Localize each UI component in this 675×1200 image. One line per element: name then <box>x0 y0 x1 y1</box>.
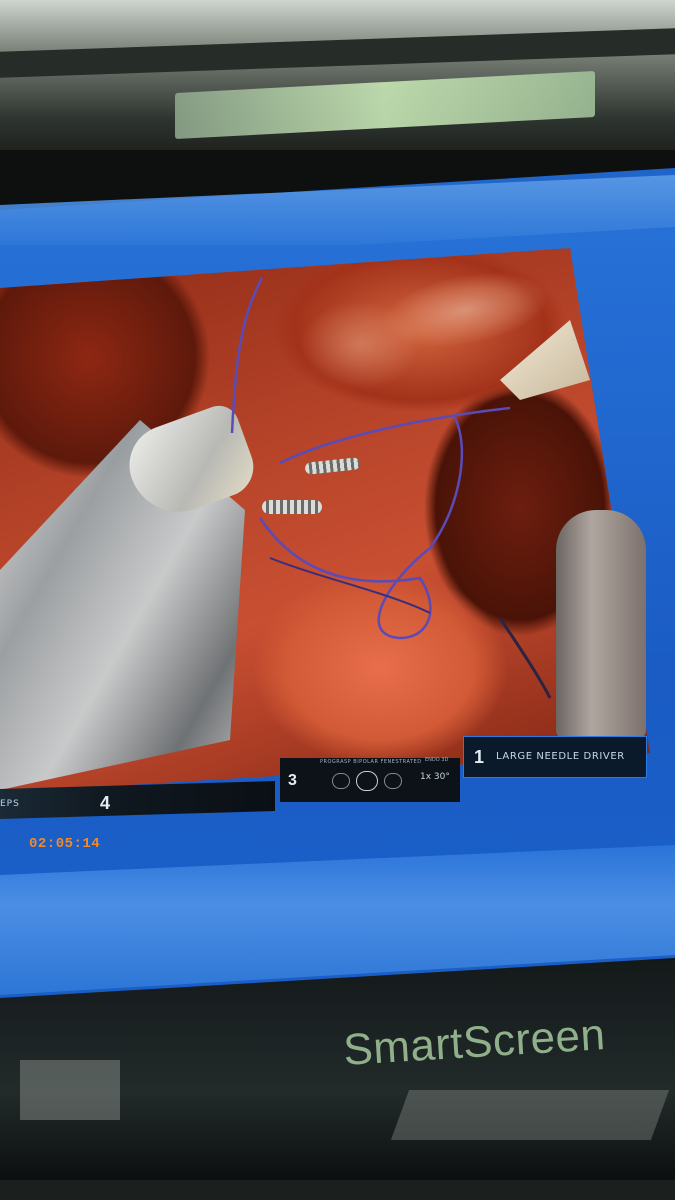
pedal-icon <box>384 773 402 789</box>
elapsed-timer: 02:05:14 <box>29 836 101 852</box>
suture-thread <box>230 277 552 699</box>
camera-icon <box>356 771 378 791</box>
arm-1-tool-name: LARGE NEEDLE DRIVER <box>496 751 625 762</box>
arm-3-tool-name: PROGRASP BIPOLAR FENESTRATED <box>320 759 422 765</box>
arm-4-tool-label: EPS <box>0 799 20 809</box>
arm-1-slot: 1 LARGE NEEDLE DRIVER <box>463 736 647 778</box>
arm-1-number: 1 <box>474 747 485 767</box>
arm-4-number: 4 <box>100 793 111 813</box>
arm-4-slot: EPS 4 <box>0 781 275 819</box>
arm-3-control-label: ENDO 3D <box>425 757 449 763</box>
scope-setting: 1x 30° <box>420 772 450 782</box>
instrument-status-bar: EPS 4 3 PROGRASP BIPOLAR FENESTRATED END… <box>0 736 650 826</box>
glare-reflection <box>20 1060 120 1120</box>
energy-pedal-icons <box>332 770 412 792</box>
arm-3-number: 3 <box>288 772 297 789</box>
glare-reflection <box>390 1090 670 1140</box>
pedal-icon <box>332 773 350 789</box>
arm-3-slot: 3 PROGRASP BIPOLAR FENESTRATED ENDO 3D 1… <box>280 757 460 802</box>
